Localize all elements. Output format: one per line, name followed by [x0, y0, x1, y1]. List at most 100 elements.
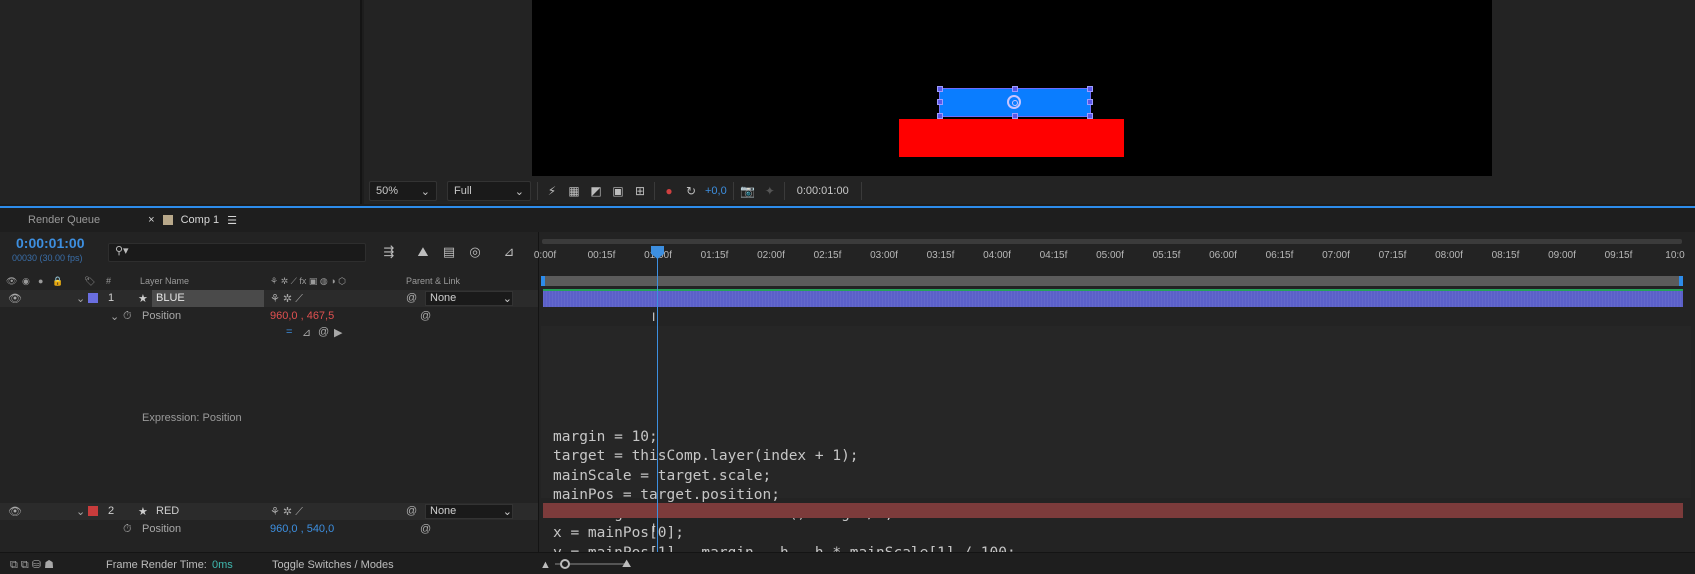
lock-icon[interactable]: 🔒 [52, 276, 63, 287]
label-icon[interactable]: 🏷 [84, 276, 95, 287]
expression-pick-whip-icon[interactable]: @ [318, 326, 329, 338]
ruler-tick-label: 08:15f [1491, 250, 1520, 261]
stopwatch-icon[interactable]: ⏱ [123, 310, 132, 323]
parent-select[interactable]: None ⌄ [425, 504, 513, 519]
layer-label-color[interactable] [88, 506, 98, 516]
work-area-bar[interactable] [541, 276, 1683, 286]
layer-row[interactable]: 👁 ⌄ 2 ★ RED ⚘ ✲ ⟋ @ None ⌄ [0, 503, 538, 520]
grid-guides-icon[interactable]: ⊞ [632, 183, 648, 199]
eye-icon[interactable]: 👁 [8, 505, 22, 518]
mask-path-icon[interactable]: ◩ [588, 183, 604, 199]
layer-row[interactable]: 👁 ⌄ 1 ★ BLUE ⚘ ✲ ⟋ @ None ⌄ [0, 290, 538, 307]
viewer-timecode[interactable]: 0:00:01:00 [791, 185, 855, 197]
zoom-out-icon[interactable]: ▲ [540, 559, 551, 571]
property-row[interactable]: ⌄ ⏱ Position 960,0 , 467,5 @ [0, 308, 538, 324]
resolution-select[interactable]: Full ⌄ [447, 181, 531, 201]
ruler-tick-label: 09:00f [1548, 250, 1576, 261]
time-ruler[interactable]: 0:00f00:15f01:00f01:15f02:00f02:15f03:00… [534, 238, 1695, 266]
blue-layer-shape[interactable] [937, 86, 1093, 119]
channel-icon[interactable]: ● [661, 183, 677, 199]
ruler-tick-label: 05:00f [1096, 250, 1124, 261]
transform-handle[interactable] [1087, 99, 1093, 105]
property-value[interactable]: 960,0 , 467,5 [270, 310, 334, 322]
render-icons[interactable]: ⧉ ⧉ ⛁ ☗ [10, 558, 54, 572]
transform-handle[interactable] [1087, 113, 1093, 119]
ruler-tick-label: 02:00f [757, 250, 785, 261]
layer-name[interactable]: RED [156, 505, 179, 517]
layer-bar-red[interactable] [543, 503, 1683, 518]
camera-snapshot-icon[interactable]: 📷 [740, 183, 756, 199]
solo-icon[interactable]: ● [38, 276, 43, 286]
toggle-switches-modes[interactable]: Toggle Switches / Modes [272, 559, 394, 571]
expression-label: Expression: Position [142, 412, 242, 424]
expression-graph-icon[interactable]: ⊿ [302, 326, 311, 339]
current-time[interactable]: 0:00:01:00 [16, 235, 85, 251]
tab-label: Comp 1 [180, 214, 220, 226]
chevron-down-icon[interactable]: ⌄ [110, 310, 119, 323]
zoom-slider-knob[interactable] [560, 559, 570, 569]
comp-mini-flowchart-icon[interactable]: ⇶ [380, 244, 398, 260]
eye-icon[interactable]: 👁 [8, 292, 22, 305]
comp-canvas[interactable] [532, 0, 1492, 176]
close-icon[interactable]: × [148, 214, 154, 226]
pick-whip-icon[interactable]: @ [420, 523, 431, 535]
reset-exposure-icon[interactable]: ↻ [683, 183, 699, 199]
expression-editor[interactable]: margin = 10; target = thisComp.layer(ind… [541, 326, 1691, 574]
layer-label-color[interactable] [88, 293, 98, 303]
project-panel [0, 0, 362, 204]
transform-handle[interactable] [1087, 86, 1093, 92]
ruler-tick-label: 08:00f [1435, 250, 1463, 261]
parent-value: None [430, 505, 457, 517]
switches-icons: ⚘ ✲ ⟋ fx ▣ ◍ ◑ ⬡ [270, 276, 347, 286]
property-value[interactable]: 960,0 , 540,0 [270, 523, 334, 535]
expression-language-menu-icon[interactable]: ▶ [334, 326, 342, 339]
column-num: # [106, 276, 112, 286]
chevron-down-icon[interactable]: ⌄ [76, 292, 85, 305]
tab-render-queue[interactable]: Render Queue [0, 208, 112, 232]
red-layer-shape[interactable] [899, 119, 1124, 157]
zoom-in-icon[interactable]: ⛰ [622, 558, 631, 571]
frame-blending-icon[interactable]: ▤ [440, 244, 458, 260]
layer-switches[interactable]: ⚘ ✲ ⟋ [270, 505, 303, 519]
parent-select[interactable]: None ⌄ [425, 291, 513, 306]
graph-editor-icon[interactable]: ⊿ [500, 244, 518, 260]
ruler-tick-label: 04:15f [1039, 250, 1068, 261]
transform-handle[interactable] [1012, 86, 1018, 92]
region-of-interest-icon[interactable]: ▣ [610, 183, 626, 199]
search-input[interactable]: ⚲▾ [108, 243, 366, 262]
pick-whip-icon[interactable]: @ [420, 310, 431, 322]
anchor-point-icon[interactable] [1007, 95, 1021, 109]
exposure-value[interactable]: +0,0 [705, 185, 727, 197]
show-snapshot-icon[interactable]: ✦ [762, 183, 778, 199]
transform-handle[interactable] [937, 86, 943, 92]
layer-name[interactable]: BLUE [152, 290, 264, 307]
transform-handle[interactable] [937, 99, 943, 105]
pick-whip-icon[interactable]: @ [406, 505, 417, 517]
transparency-grid-icon[interactable]: ▦ [566, 183, 582, 199]
stopwatch-icon[interactable]: ⏱ [123, 523, 132, 536]
menu-icon[interactable]: ☰ [227, 214, 237, 227]
layer-switches[interactable]: ⚘ ✲ ⟋ [270, 292, 303, 306]
enable-expression-icon[interactable]: = [286, 326, 292, 338]
separator [860, 182, 862, 200]
draft-3d-icon[interactable]: ⛰ [414, 244, 432, 260]
transform-handle[interactable] [1012, 113, 1018, 119]
ruler-tick-label: 03:00f [870, 250, 898, 261]
transform-handle[interactable] [937, 113, 943, 119]
fast-previews-icon[interactable]: ⚡ [544, 183, 560, 199]
column-layer-name[interactable]: Layer Name [140, 276, 189, 286]
frame-info: 00030 (30.00 fps) [12, 253, 83, 263]
magnification-select[interactable]: 50% ⌄ [369, 181, 437, 201]
pick-whip-icon[interactable]: @ [406, 292, 417, 304]
motion-blur-icon[interactable]: ◎ [466, 244, 484, 260]
column-parent-link[interactable]: Parent & Link [406, 276, 460, 286]
chevron-down-icon[interactable]: ⌄ [76, 505, 85, 518]
ibeam-icon: I [652, 310, 656, 324]
ruler-tick-label: 10:0 [1665, 250, 1685, 261]
layer-bar-blue[interactable] [543, 291, 1683, 307]
time-navigator[interactable] [542, 239, 1682, 244]
eye-icon[interactable]: 👁 [6, 276, 17, 287]
property-row[interactable]: ⏱ Position 960,0 , 540,0 @ [0, 521, 538, 537]
audio-icon[interactable]: ◉ [22, 276, 30, 287]
tab-comp-1[interactable]: × Comp 1 ☰ [112, 208, 249, 232]
